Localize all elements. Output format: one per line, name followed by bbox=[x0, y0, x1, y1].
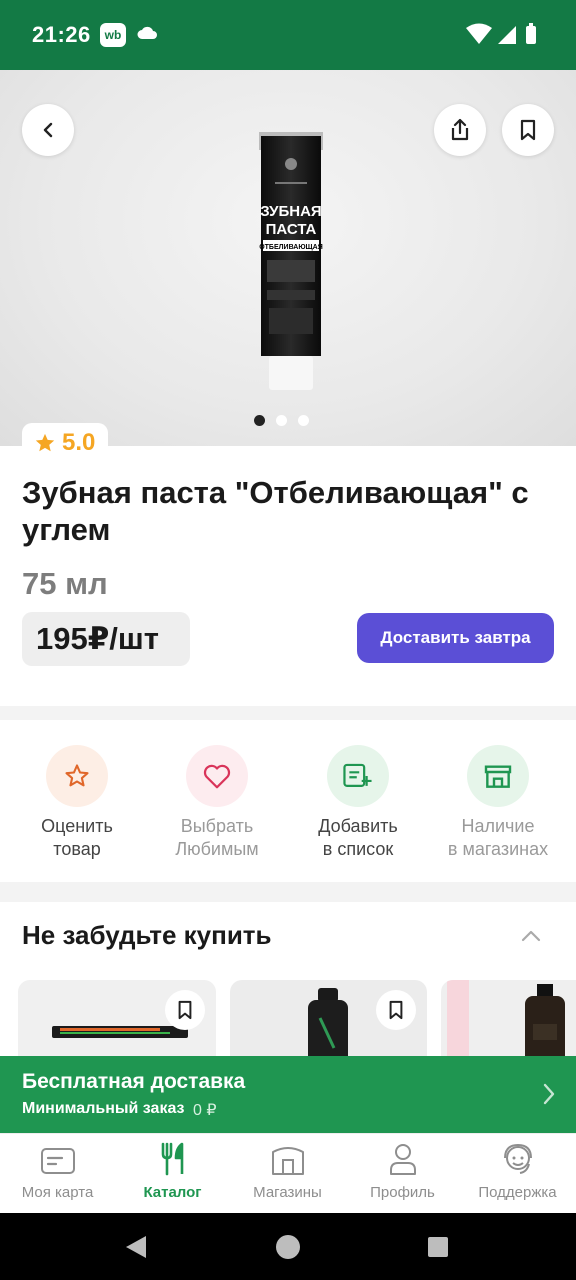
signal-battery-icons bbox=[466, 23, 536, 44]
tab-label: Магазины bbox=[253, 1184, 322, 1201]
product-volume: 75 мл bbox=[22, 566, 108, 601]
tube-text-line3: ОТБЕЛИВАЮЩАЯ bbox=[259, 244, 323, 251]
tab-label: Каталог bbox=[143, 1184, 202, 1201]
add-to-list-action[interactable]: Добавить в список bbox=[288, 745, 428, 861]
nav-recents-icon[interactable] bbox=[427, 1236, 449, 1258]
support-icon bbox=[503, 1143, 532, 1174]
tab-my-card[interactable]: Моя карта bbox=[0, 1134, 115, 1214]
card-bookmark-button[interactable] bbox=[165, 990, 205, 1030]
choose-favorite-label: Выбрать Любимым bbox=[175, 816, 259, 859]
bookmark-button[interactable] bbox=[502, 104, 554, 156]
fork-knife-icon bbox=[161, 1142, 183, 1176]
tab-stores[interactable]: Магазины bbox=[230, 1134, 345, 1214]
bottom-tab-bar: Моя карта Каталог Магазины Профиль Подде… bbox=[0, 1133, 576, 1213]
chevron-up-icon[interactable] bbox=[519, 924, 543, 948]
toothbrush-product-image bbox=[52, 1026, 188, 1038]
star-icon bbox=[35, 433, 55, 452]
pagination-dot[interactable] bbox=[298, 415, 309, 426]
card-bookmark-button[interactable] bbox=[376, 990, 416, 1030]
deliver-tomorrow-button[interactable]: Доставить завтра bbox=[357, 613, 554, 663]
back-button[interactable] bbox=[22, 104, 74, 156]
tab-label: Профиль bbox=[370, 1184, 435, 1201]
rating-badge: 5.0 bbox=[22, 423, 108, 463]
tab-label: Поддержка bbox=[478, 1184, 557, 1201]
rate-product-action[interactable]: Оценить товар bbox=[7, 745, 147, 861]
star-outline-icon bbox=[46, 745, 108, 807]
rating-value: 5.0 bbox=[62, 429, 96, 456]
section-divider bbox=[0, 882, 576, 902]
bookmark-icon bbox=[389, 1000, 403, 1020]
share-button[interactable] bbox=[434, 104, 486, 156]
chevron-right-icon bbox=[543, 1083, 555, 1105]
min-order-amount: 0 ₽ bbox=[193, 1102, 217, 1119]
bookmark-icon bbox=[178, 1000, 192, 1020]
cloud-icon bbox=[137, 26, 157, 39]
list-add-icon bbox=[327, 745, 389, 807]
product-image-gallery[interactable]: ЗУБНАЯ ПАСТА ОТБЕЛИВАЮЩАЯ bbox=[0, 70, 576, 446]
pagination-dot[interactable] bbox=[276, 415, 287, 426]
tab-profile[interactable]: Профиль bbox=[345, 1134, 460, 1214]
status-time: 21:26 bbox=[32, 22, 91, 47]
tab-catalog[interactable]: Каталог bbox=[115, 1134, 230, 1214]
section-title-dont-forget: Не забудьте купить bbox=[22, 920, 272, 950]
rate-product-label: Оценить товар bbox=[41, 816, 113, 859]
tube-text-line2: ПАСТА bbox=[266, 221, 317, 238]
product-title: Зубная паста "Отбеливающая" с углем bbox=[22, 475, 529, 547]
share-icon bbox=[451, 118, 469, 141]
bookmark-icon bbox=[520, 119, 536, 141]
profile-icon bbox=[389, 1144, 416, 1175]
wb-app-icon: wb bbox=[100, 23, 126, 47]
free-delivery-title: Бесплатная доставка bbox=[22, 1070, 246, 1093]
tube-text-line1: ЗУБНАЯ bbox=[260, 203, 321, 220]
free-delivery-banner[interactable]: Бесплатная доставка Минимальный заказ 0 … bbox=[0, 1056, 576, 1133]
choose-favorite-action[interactable]: Выбрать Любимым bbox=[147, 745, 287, 861]
min-order-label: Минимальный заказ bbox=[22, 1100, 185, 1117]
pagination-dot-active[interactable] bbox=[254, 415, 265, 426]
store-availability-action[interactable]: Наличие в магазинах bbox=[428, 745, 568, 861]
status-bar: 21:26 wb bbox=[0, 0, 576, 70]
store-availability-label: Наличие в магазинах bbox=[447, 816, 549, 859]
section-divider bbox=[0, 706, 576, 720]
chevron-left-icon bbox=[43, 122, 53, 138]
nav-home-icon[interactable] bbox=[275, 1234, 301, 1260]
add-to-list-label: Добавить в список bbox=[318, 816, 398, 859]
tab-support[interactable]: Поддержка bbox=[460, 1134, 575, 1214]
image-pagination-dots bbox=[254, 415, 309, 426]
card-icon bbox=[40, 1148, 75, 1174]
tab-label: Моя карта bbox=[21, 1184, 94, 1201]
system-navigation-bar bbox=[0, 1213, 576, 1280]
heart-outline-icon bbox=[186, 745, 248, 807]
toothpaste-tube-image: ЗУБНАЯ ПАСТА ОТБЕЛИВАЮЩАЯ bbox=[259, 132, 323, 390]
store-icon bbox=[467, 745, 529, 807]
store-icon bbox=[271, 1147, 304, 1175]
product-price: 195₽/шт bbox=[22, 612, 190, 666]
nav-back-icon[interactable] bbox=[124, 1234, 148, 1260]
